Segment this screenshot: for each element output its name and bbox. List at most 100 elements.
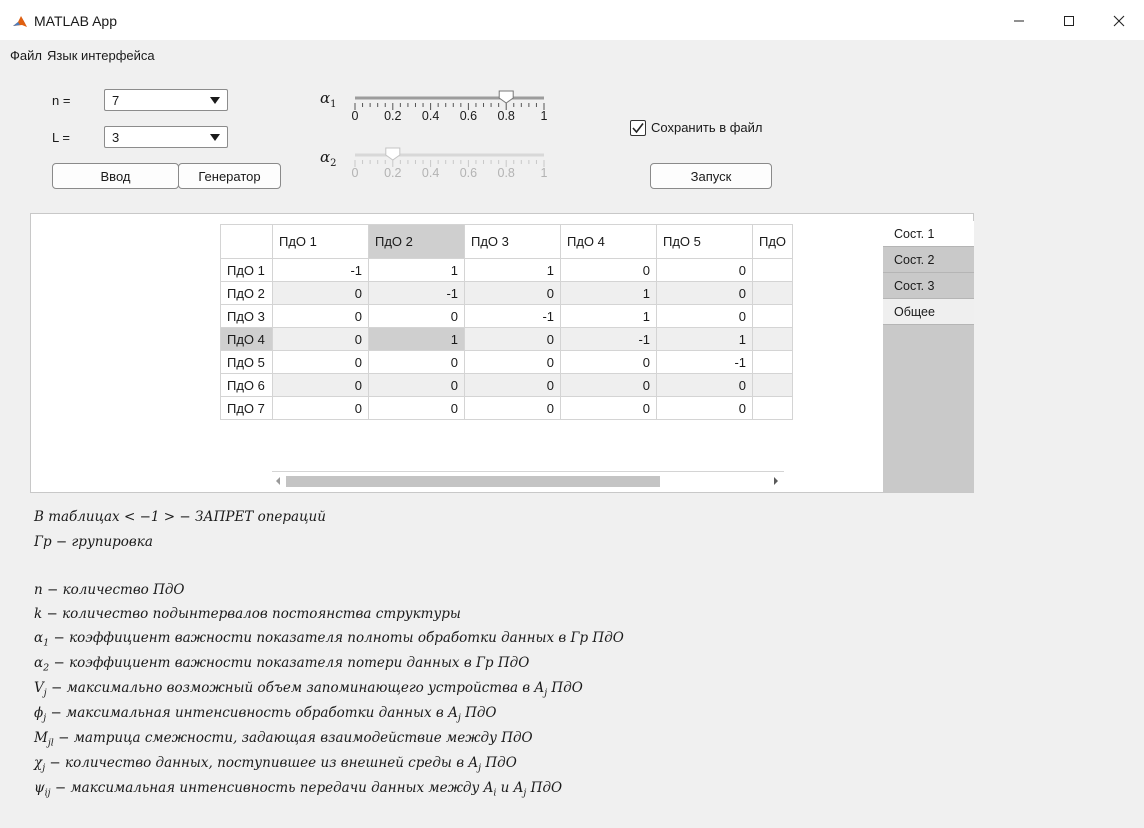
- table-cell[interactable]: [751, 304, 794, 328]
- window-title: MATLAB App: [34, 13, 118, 29]
- maximize-button[interactable]: [1046, 6, 1092, 36]
- table-cell[interactable]: 0: [560, 258, 657, 282]
- tab-state-3[interactable]: Сост. 3: [883, 273, 974, 299]
- alpha1-slider[interactable]: 0 0.2 0.4 0.6 0.8 1: [351, 89, 547, 125]
- generator-button[interactable]: Генератор: [178, 163, 281, 189]
- table-cell[interactable]: [751, 281, 794, 305]
- save-to-file-label: Сохранить в файл: [651, 120, 763, 135]
- table-cell[interactable]: 1: [368, 258, 465, 282]
- table-cell[interactable]: 1: [464, 258, 561, 282]
- table-cell[interactable]: [751, 373, 794, 397]
- table-cell[interactable]: 0: [464, 396, 561, 420]
- table-row: ПдО 4 0 1 0 -1 1: [220, 327, 794, 351]
- column-header[interactable]: ПдО 3: [464, 224, 561, 259]
- menu-file[interactable]: Файл: [10, 48, 42, 63]
- table-cell[interactable]: 0: [272, 396, 369, 420]
- table-cell[interactable]: 0: [272, 281, 369, 305]
- table-cell[interactable]: 0: [656, 396, 753, 420]
- table-cell[interactable]: 0: [656, 258, 753, 282]
- table-cell[interactable]: 1: [560, 304, 657, 328]
- table-cell[interactable]: -1: [656, 350, 753, 374]
- column-header[interactable]: ПдО: [751, 224, 794, 259]
- row-header[interactable]: ПдО 5: [220, 350, 273, 374]
- alpha2-thumb[interactable]: [385, 147, 401, 161]
- row-header[interactable]: ПдО 3: [220, 304, 273, 328]
- alpha2-slider[interactable]: 0 0.2 0.4 0.6 0.8 1: [352, 146, 547, 182]
- table-cell[interactable]: -1: [464, 304, 561, 328]
- tab-state-1[interactable]: Сост. 1: [883, 221, 974, 247]
- input-button[interactable]: Ввод: [52, 163, 179, 189]
- close-button[interactable]: [1096, 6, 1142, 36]
- table-cell[interactable]: 0: [560, 396, 657, 420]
- table-cell[interactable]: -1: [560, 327, 657, 351]
- table-cell[interactable]: 0: [464, 281, 561, 305]
- table-cell[interactable]: [751, 350, 794, 374]
- chevron-down-icon: [210, 134, 220, 141]
- row-header[interactable]: ПдО 6: [220, 373, 273, 397]
- table-cell[interactable]: [751, 327, 794, 351]
- table-cell[interactable]: 0: [464, 350, 561, 374]
- alpha2-track: [354, 147, 545, 167]
- table-row: ПдО 6 0 0 0 0 0: [220, 373, 794, 397]
- slider-tick-label: 0.6: [459, 166, 478, 180]
- note-psiij: ψij − максимальная интенсивность передач…: [34, 780, 563, 799]
- table-cell-selected[interactable]: 1: [368, 327, 465, 351]
- table-cell[interactable]: 0: [368, 396, 465, 420]
- table-cell[interactable]: 0: [272, 304, 369, 328]
- n-dropdown[interactable]: 7: [104, 89, 228, 111]
- row-header[interactable]: ПдО 1: [220, 258, 273, 282]
- menu-language[interactable]: Язык интерфейса: [47, 48, 155, 63]
- menu-bar: Файл Язык интерфейса: [0, 44, 1144, 66]
- table-cell[interactable]: 0: [368, 350, 465, 374]
- table-cell[interactable]: 0: [272, 350, 369, 374]
- column-header[interactable]: ПдО 1: [272, 224, 369, 259]
- row-header[interactable]: ПдО 2: [220, 281, 273, 305]
- table-cell[interactable]: 0: [560, 350, 657, 374]
- minimize-icon: [1014, 20, 1024, 22]
- row-header[interactable]: ПдО 7: [220, 396, 273, 420]
- slider-tick-label: 0.4: [421, 109, 440, 123]
- tab-overall[interactable]: Общее: [883, 299, 974, 325]
- alpha2-label: α2: [320, 148, 337, 169]
- table-row: ПдО 1 -1 1 1 0 0: [220, 258, 794, 282]
- scroll-left-icon[interactable]: [276, 477, 280, 485]
- table-cell[interactable]: 0: [560, 373, 657, 397]
- table-cell[interactable]: 0: [656, 281, 753, 305]
- slider-tick-label: 0: [351, 109, 359, 123]
- save-to-file-checkbox[interactable]: [630, 120, 646, 136]
- table-cell[interactable]: -1: [368, 281, 465, 305]
- column-header[interactable]: ПдО 5: [656, 224, 753, 259]
- table-cell[interactable]: 1: [656, 327, 753, 351]
- close-icon: [1113, 15, 1125, 27]
- table-cell[interactable]: 0: [368, 304, 465, 328]
- slider-tick-label: 0.6: [459, 109, 478, 123]
- n-value: 7: [112, 93, 120, 108]
- alpha1-thumb[interactable]: [498, 90, 514, 104]
- minimize-button[interactable]: [996, 6, 1042, 36]
- n-label: n =: [52, 93, 71, 108]
- column-header[interactable]: ПдО 2: [368, 224, 465, 259]
- run-button[interactable]: Запуск: [650, 163, 772, 189]
- row-header[interactable]: ПдО 4: [220, 327, 273, 351]
- table-cell[interactable]: 0: [464, 373, 561, 397]
- slider-tick-label: 1: [540, 166, 548, 180]
- scrollbar-thumb[interactable]: [286, 476, 660, 487]
- note-alpha1: α1 − коэффициент важности показателя пол…: [34, 630, 624, 649]
- table-cell[interactable]: 0: [368, 373, 465, 397]
- table-cell[interactable]: 0: [272, 373, 369, 397]
- note-chij: χj − количество данных, поступившее из в…: [34, 755, 517, 774]
- table-cell[interactable]: 0: [464, 327, 561, 351]
- horizontal-scrollbar[interactable]: [272, 471, 784, 489]
- table-cell[interactable]: 0: [272, 327, 369, 351]
- l-dropdown[interactable]: 3: [104, 126, 228, 148]
- column-header[interactable]: ПдО 4: [560, 224, 657, 259]
- scroll-right-icon[interactable]: [774, 477, 778, 485]
- table-cell[interactable]: [751, 396, 794, 420]
- slider-tick-label: 1: [540, 109, 548, 123]
- table-cell[interactable]: -1: [272, 258, 369, 282]
- table-cell[interactable]: 0: [656, 304, 753, 328]
- table-cell[interactable]: 1: [560, 281, 657, 305]
- table-cell[interactable]: 0: [656, 373, 753, 397]
- tab-state-2[interactable]: Сост. 2: [883, 247, 974, 273]
- table-cell[interactable]: [751, 258, 794, 282]
